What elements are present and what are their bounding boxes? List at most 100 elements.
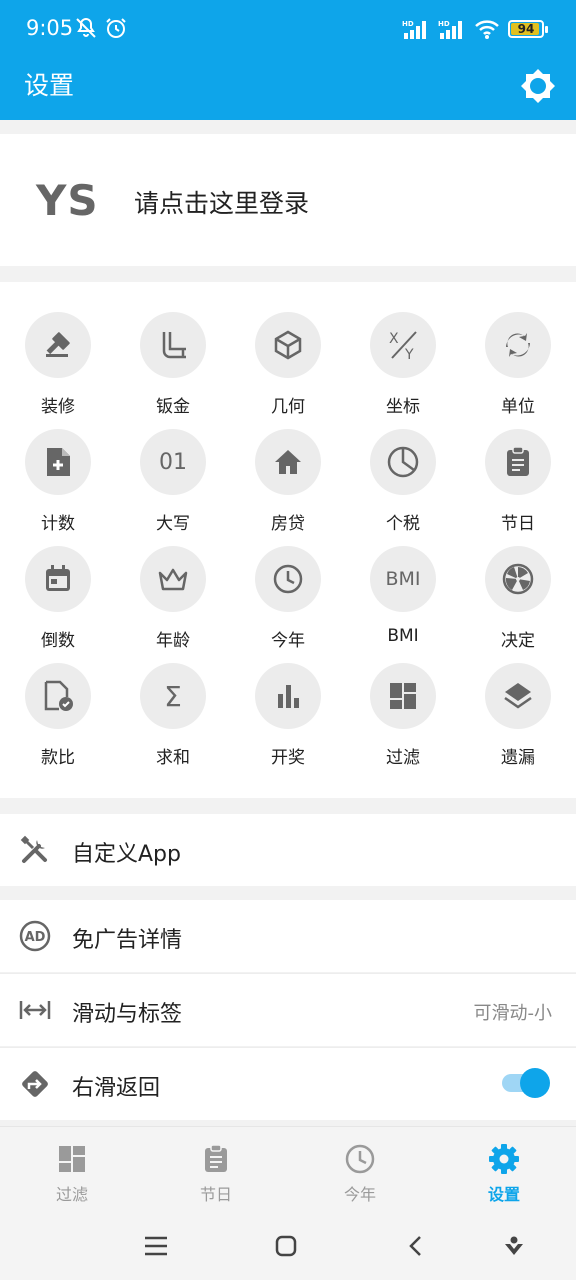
tool-tile[interactable]: BMI BMI (353, 546, 453, 656)
clipboard-icon (485, 429, 551, 495)
tool-label: 单位 (501, 397, 535, 417)
tool-label: 大写 (156, 514, 190, 534)
tool-label: 倒数 (41, 631, 75, 651)
file-plus-icon (25, 429, 91, 495)
tool-tile[interactable]: 节日 (468, 429, 568, 539)
tool-label: BMI (387, 626, 419, 646)
clock-icon (255, 546, 321, 612)
icon-glyph: 01 (159, 449, 187, 475)
tool-tile[interactable]: 个税 (353, 429, 453, 539)
back-icon[interactable] (400, 1230, 432, 1262)
tool-tile[interactable]: 单位 (468, 312, 568, 422)
tool-label: 开奖 (271, 748, 305, 768)
swipe-tabs-row[interactable]: 滑动与标签 可滑动-小 (0, 974, 576, 1046)
swipe-back-label: 右滑返回 (72, 1076, 161, 1101)
tool-label: 坐标 (386, 397, 420, 417)
system-nav-bar (0, 1212, 576, 1280)
tool-tile[interactable]: 钣金 (123, 312, 223, 422)
swipe-width-icon (18, 993, 52, 1027)
digits-icon: 01 (140, 429, 206, 495)
dashboard-icon (54, 1141, 90, 1177)
sigma-icon: Σ (140, 663, 206, 729)
file-check-icon (25, 663, 91, 729)
page-title: 设置 (24, 71, 75, 100)
swipe-back-row[interactable]: 右滑返回 (0, 1048, 576, 1120)
nav-filter[interactable]: 过滤 (0, 1127, 144, 1213)
toggle-knob (520, 1068, 550, 1098)
assist-icon[interactable] (498, 1230, 530, 1262)
nav-label: 设置 (487, 1185, 520, 1204)
tool-tile[interactable]: X Y 坐标 (353, 312, 453, 422)
nav-holiday[interactable]: 节日 (144, 1127, 288, 1213)
clipboard-icon (198, 1141, 234, 1177)
battery-indicator: 94 (508, 20, 548, 38)
turn-right-icon (18, 1067, 52, 1101)
tool-label: 个税 (386, 514, 420, 534)
spinner-icon (485, 546, 551, 612)
icon-glyph: BMI (385, 568, 421, 590)
tool-tile[interactable]: 几何 (238, 312, 338, 422)
tool-tile[interactable]: 遗漏 (468, 663, 568, 773)
tool-label: 几何 (271, 397, 305, 417)
home-button-icon[interactable] (270, 1230, 302, 1262)
crown-icon (140, 546, 206, 612)
bottom-nav: 过滤 节日 今年 设置 (0, 1126, 576, 1212)
svg-text:HD: HD (402, 20, 414, 28)
ad-free-label: 免广告详情 (72, 928, 183, 953)
nav-label: 节日 (199, 1185, 232, 1204)
custom-app-label: 自定义App (72, 842, 181, 867)
mute-bell-icon (76, 17, 96, 38)
brightness-icon[interactable] (518, 66, 558, 106)
tool-tile[interactable]: 决定 (468, 546, 568, 656)
tool-tile[interactable]: Σ 求和 (123, 663, 223, 773)
tool-label: 过滤 (386, 748, 420, 768)
pipe-icon (140, 312, 206, 378)
wifi-icon (475, 20, 499, 39)
avatar[interactable]: YS (36, 176, 99, 225)
tool-label: 款比 (41, 748, 75, 768)
ad-icon: AD (18, 919, 52, 953)
tool-label: 装修 (41, 397, 75, 417)
cube-icon (255, 312, 321, 378)
app-header: 9:05 HD HD 94 设置 (0, 0, 576, 120)
swipe-tabs-label: 滑动与标签 (72, 1002, 183, 1027)
tool-label: 年龄 (156, 631, 190, 651)
menu-icon[interactable] (140, 1230, 172, 1262)
layers-icon (485, 663, 551, 729)
home-icon (255, 429, 321, 495)
tool-tile[interactable]: 今年 (238, 546, 338, 656)
tool-tile[interactable]: 房贷 (238, 429, 338, 539)
status-bar: 9:05 HD HD 94 (0, 0, 576, 62)
signal-icon: HD (402, 20, 426, 39)
tool-tile[interactable]: 装修 (8, 312, 108, 422)
tool-tile[interactable]: 倒数 (8, 546, 108, 656)
nav-settings[interactable]: 设置 (432, 1127, 576, 1213)
tool-label: 今年 (271, 631, 305, 651)
xy-icon: XY (370, 312, 436, 378)
tool-tile[interactable]: 开奖 (238, 663, 338, 773)
tool-tile[interactable]: 计数 (8, 429, 108, 539)
alarm-icon (106, 18, 126, 38)
swipe-back-toggle[interactable] (502, 1068, 550, 1098)
ad-free-row[interactable]: AD 免广告详情 (0, 900, 576, 972)
clock-icon (342, 1141, 378, 1177)
tool-label: 求和 (156, 748, 190, 768)
tool-tile[interactable]: 01 大写 (123, 429, 223, 539)
dashboard-icon (370, 663, 436, 729)
tool-label: 决定 (501, 631, 535, 651)
login-prompt[interactable]: 请点击这里登录 (134, 184, 309, 220)
svg-text:X: X (389, 331, 399, 347)
tools-grid: 装修 钣金 几何 X Y 坐标 单位计数 01 大写 房贷 个税 节日倒数 年龄 今年 BMI BMI 决定款比… (0, 282, 576, 798)
svg-text:AD: AD (25, 930, 46, 945)
nav-this-year[interactable]: 今年 (288, 1127, 432, 1213)
bar-chart-icon (255, 663, 321, 729)
nav-label: 今年 (343, 1185, 376, 1204)
icon-glyph: Σ (164, 679, 182, 713)
nav-label: 过滤 (55, 1185, 88, 1204)
pie-icon (370, 429, 436, 495)
tool-tile[interactable]: 年龄 (123, 546, 223, 656)
custom-app-row[interactable]: 自定义App (0, 814, 576, 886)
tool-tile[interactable]: 过滤 (353, 663, 453, 773)
tool-tile[interactable]: 款比 (8, 663, 108, 773)
swipe-tabs-value: 可滑动-小 (473, 1003, 553, 1024)
